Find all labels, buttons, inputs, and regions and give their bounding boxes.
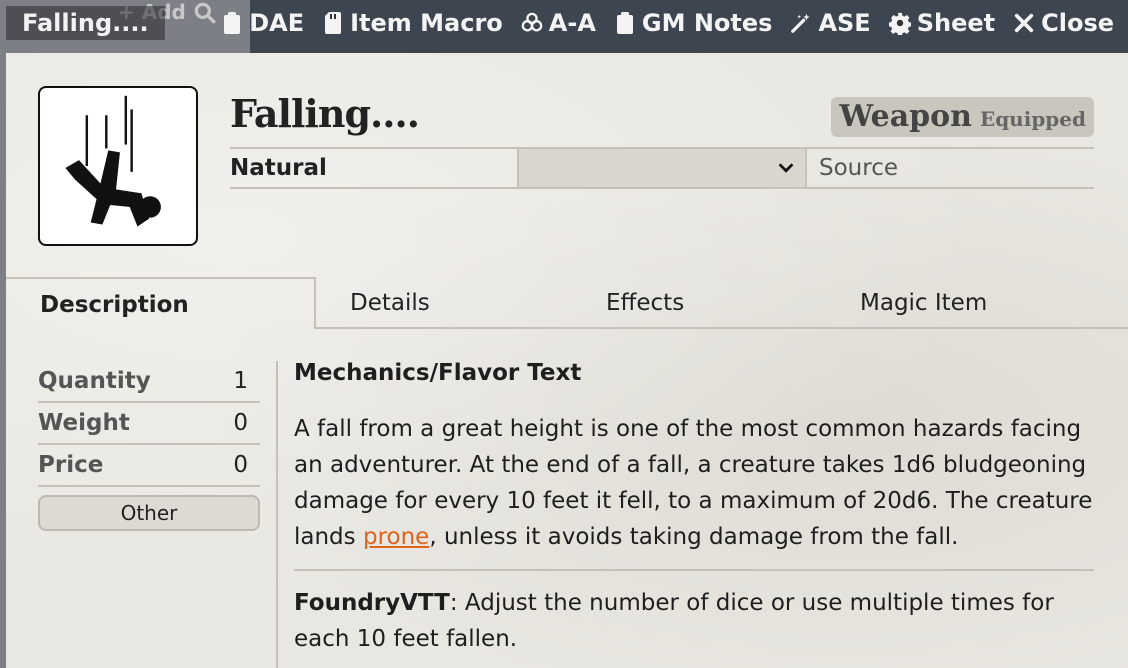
item-status: Equipped <box>979 107 1086 131</box>
item-type-badge: Weapon Equipped <box>831 97 1094 137</box>
dae-button[interactable]: DAE <box>221 9 304 37</box>
ase-label: ASE <box>818 9 871 37</box>
biohazard-icon <box>521 12 543 32</box>
gm-notes-label: GM Notes <box>641 9 773 37</box>
quantity-value[interactable]: 1 <box>233 361 260 401</box>
ase-button[interactable]: ASE <box>790 9 871 37</box>
item-macro-button[interactable]: Item Macro <box>322 9 503 37</box>
sheet-config-button[interactable]: Sheet <box>888 9 996 37</box>
tab-effects[interactable]: Effects <box>572 277 826 329</box>
weight-value[interactable]: 0 <box>233 403 260 443</box>
item-subtitle-row: Natural Source <box>230 147 1094 189</box>
sheet-label: Sheet <box>916 9 996 37</box>
item-sheet: Falling.... Weapon Equipped Natural Sour… <box>6 53 1128 668</box>
prone-link[interactable]: prone <box>363 524 429 550</box>
weapon-subtype-select[interactable] <box>517 149 807 187</box>
window-title: Falling.... <box>6 6 165 40</box>
tab-details[interactable]: Details <box>316 277 572 329</box>
header-controls: DAE Item Macro A-A GM Notes ASE Sheet Cl… <box>221 4 1114 42</box>
window-header[interactable]: Falling.... DAE Item Macro A-A GM Notes … <box>0 0 1128 46</box>
description-text: , unless it avoids taking damage from th… <box>429 524 959 550</box>
foundry-label: FoundryVTT <box>294 590 450 616</box>
close-button[interactable]: Close <box>1013 9 1114 37</box>
property-label: Price <box>38 452 104 478</box>
item-name[interactable]: Falling.... <box>230 91 420 136</box>
item-properties: Quantity 1 Weight 0 Price 0 Other <box>38 361 260 531</box>
clipboard-icon <box>224 12 241 34</box>
source-field[interactable]: Source <box>807 149 1094 187</box>
other-button[interactable]: Other <box>38 495 260 531</box>
description-paragraph: A fall from a great height is one of the… <box>294 411 1094 555</box>
sd-card-icon <box>325 12 342 34</box>
property-weight: Weight 0 <box>38 403 260 445</box>
foundry-note: FoundryVTT: Adjust the number of dice or… <box>294 585 1094 657</box>
description-heading: Mechanics/Flavor Text <box>294 360 582 386</box>
falling-person-icon <box>65 95 161 227</box>
dae-label: DAE <box>249 9 305 37</box>
divider <box>294 569 1094 571</box>
column-divider <box>276 361 278 668</box>
tab-magic-item[interactable]: Magic Item <box>826 277 1128 329</box>
item-type: Weapon <box>839 99 972 134</box>
a-a-label: A-A <box>548 9 596 37</box>
item-macro-label: Item Macro <box>350 9 503 37</box>
item-image[interactable] <box>38 86 198 246</box>
clipboard-icon <box>616 12 633 34</box>
automated-animations-button[interactable]: A-A <box>521 9 596 37</box>
property-label: Quantity <box>38 368 151 394</box>
magic-wand-icon <box>791 13 811 33</box>
weapon-type: Natural <box>230 155 327 181</box>
sheet-tabs: Description Details Effects Magic Item <box>6 277 1128 329</box>
property-price: Price 0 <box>38 445 260 487</box>
chevron-down-icon <box>778 163 794 173</box>
description-content: Mechanics/Flavor Text A fall from a grea… <box>294 355 1094 657</box>
property-quantity: Quantity 1 <box>38 361 260 403</box>
property-label: Weight <box>38 410 130 436</box>
gear-icon <box>888 12 911 35</box>
close-label: Close <box>1041 9 1114 37</box>
price-value[interactable]: 0 <box>233 445 260 485</box>
gm-notes-button[interactable]: GM Notes <box>614 9 773 37</box>
close-icon <box>1014 13 1034 33</box>
tab-description[interactable]: Description <box>6 277 316 329</box>
